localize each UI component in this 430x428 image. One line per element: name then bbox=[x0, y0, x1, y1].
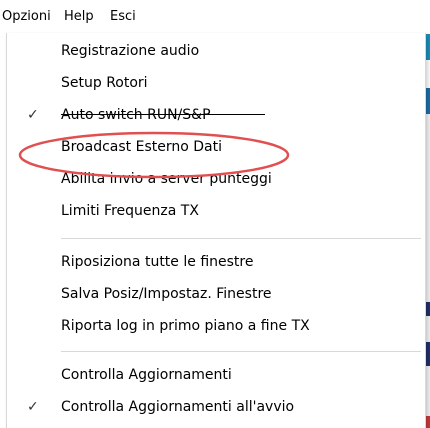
menu-item-auto-switch[interactable]: ✓ Auto switch RUN/S&P bbox=[7, 101, 425, 129]
menu-item-abilita-invio[interactable]: Abilita invio a server punteggi bbox=[7, 165, 425, 193]
menu-item-salva-posiz[interactable]: Salva Posiz/Impostaz. Finestre bbox=[7, 280, 425, 308]
menu-item-controlla-aggiornamenti[interactable]: Controlla Aggiornamenti bbox=[7, 361, 425, 389]
checkmark-icon: ✓ bbox=[27, 107, 39, 123]
menu-item-setup-rotori[interactable]: Setup Rotori bbox=[7, 69, 425, 97]
menu-bar: Opzioni Help Esci bbox=[0, 0, 430, 32]
menu-item-registrazione-audio[interactable]: Registrazione audio bbox=[7, 37, 425, 65]
menu-item-label: Riporta log in primo piano a fine TX bbox=[61, 318, 310, 334]
menu-item-label: Auto switch RUN/S&P bbox=[61, 107, 211, 123]
menu-item-limiti-frequenza[interactable]: Limiti Frequenza TX bbox=[7, 197, 425, 225]
menu-item-label: Controlla Aggiornamenti all'avvio bbox=[61, 399, 295, 415]
menu-opzioni[interactable]: Opzioni bbox=[0, 8, 53, 26]
menu-item-label: Setup Rotori bbox=[61, 75, 148, 91]
menu-item-label: Registrazione audio bbox=[61, 43, 200, 59]
menu-item-label: Abilita invio a server punteggi bbox=[61, 171, 272, 187]
menu-item-label: Broadcast Esterno Dati bbox=[61, 139, 222, 155]
menu-item-riporta-log[interactable]: Riporta log in primo piano a fine TX bbox=[7, 312, 425, 340]
menu-item-label: Controlla Aggiornamenti bbox=[61, 367, 232, 383]
checkmark-icon: ✓ bbox=[27, 399, 39, 415]
menu-help[interactable]: Help bbox=[62, 8, 96, 26]
strike-through-line bbox=[61, 114, 265, 115]
menu-item-controlla-aggiornamenti-avvio[interactable]: ✓ Controlla Aggiornamenti all'avvio bbox=[7, 393, 425, 421]
menu-item-label: Limiti Frequenza TX bbox=[61, 203, 199, 219]
menu-item-broadcast-esterno-dati[interactable]: Broadcast Esterno Dati bbox=[7, 133, 425, 161]
screen: Opzioni Help Esci Registrazione audio Se… bbox=[0, 0, 430, 428]
menu-separator bbox=[61, 238, 421, 239]
menu-item-label: Riposiziona tutte le finestre bbox=[61, 254, 254, 270]
opzioni-dropdown-menu: Registrazione audio Setup Rotori ✓ Auto … bbox=[6, 33, 426, 428]
menu-esci[interactable]: Esci bbox=[108, 8, 138, 26]
menu-item-riposiziona-finestre[interactable]: Riposiziona tutte le finestre bbox=[7, 248, 425, 276]
menu-separator bbox=[61, 351, 421, 352]
menu-item-label: Salva Posiz/Impostaz. Finestre bbox=[61, 286, 272, 302]
